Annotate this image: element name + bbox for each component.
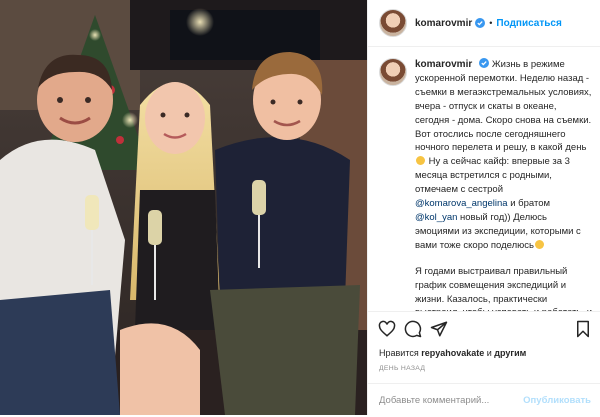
avatar[interactable]	[379, 9, 407, 37]
caption-paragraph-2: Я годами выстраивал правильный график со…	[415, 265, 592, 311]
comment-input[interactable]	[368, 394, 524, 407]
separator-dot: •	[489, 18, 493, 28]
instagram-post: komarovmir • Подписаться komarovmir Жизн…	[0, 0, 600, 416]
mention-link[interactable]: @kol_yan	[415, 212, 457, 223]
post-actions-area: Нравится repyahovakate и другим ДЕНЬ НАЗ…	[368, 311, 600, 416]
likes-prefix: Нравится	[379, 348, 422, 358]
action-icons	[378, 320, 592, 338]
heart-icon[interactable]	[378, 320, 396, 338]
follow-button[interactable]: Подписаться	[496, 18, 561, 29]
post-timestamp[interactable]: ДЕНЬ НАЗАД	[379, 365, 425, 372]
caption-part-1: Жизнь в режиме ускоренной перемотки. Нед…	[415, 59, 592, 154]
avatar[interactable]	[379, 58, 407, 86]
emoji-icon	[535, 239, 545, 249]
comment-bar: Опубликовать	[368, 383, 600, 417]
publish-button[interactable]: Опубликовать	[523, 395, 591, 406]
likes-others-link[interactable]: другим	[494, 348, 526, 358]
mention-link[interactable]: @komarova_angelina	[415, 198, 508, 209]
liker-username[interactable]: repyahovakate	[421, 348, 484, 358]
post-side-panel: komarovmir • Подписаться komarovmir Жизн…	[367, 0, 600, 416]
caption-row: komarovmir Жизнь в режиме ускоренной пер…	[368, 47, 600, 311]
caption-text: komarovmir Жизнь в режиме ускоренной пер…	[415, 58, 593, 311]
caption-part-3: и братом	[507, 198, 551, 210]
username-link[interactable]: komarovmir	[415, 18, 472, 29]
verified-icon	[475, 18, 486, 28]
likes-and: и	[484, 348, 495, 358]
bookmark-icon[interactable]	[574, 320, 592, 338]
likes-line: Нравится repyahovakate и другим	[379, 348, 526, 358]
comment-icon[interactable]	[404, 320, 422, 338]
emoji-icon	[416, 156, 425, 166]
post-photo[interactable]	[0, 0, 367, 415]
caption-username[interactable]: komarovmir	[415, 59, 472, 70]
photo-illustration	[0, 0, 367, 415]
share-icon[interactable]	[430, 320, 448, 338]
post-header: komarovmir • Подписаться	[368, 0, 600, 47]
verified-icon	[478, 58, 489, 68]
caption-part-2: Ну а сейчас кайф: впервые за 3 месяца вс…	[415, 156, 570, 196]
caption-area: komarovmir Жизнь в режиме ускоренной пер…	[368, 47, 600, 311]
